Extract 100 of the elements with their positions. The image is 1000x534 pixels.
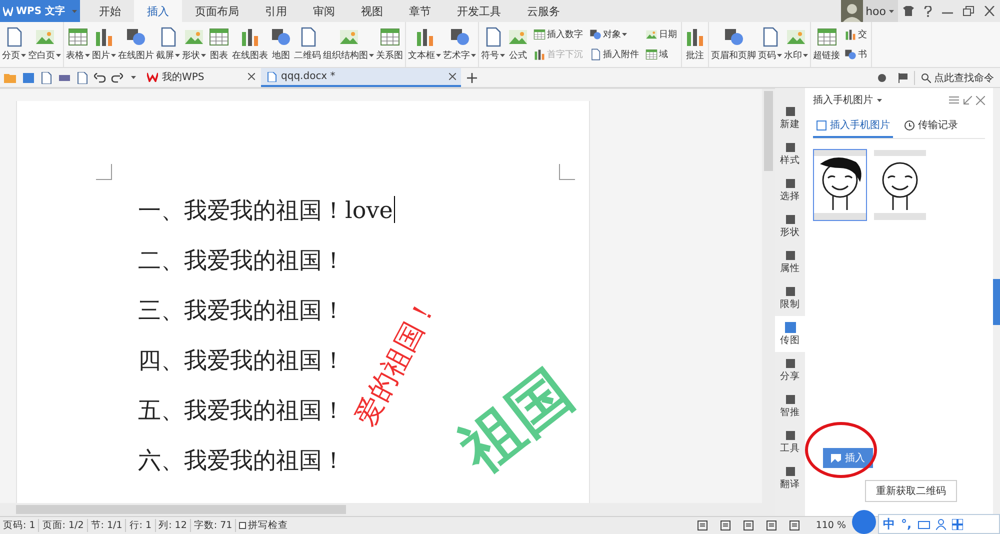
side-tool[interactable]: 翻译: [775, 460, 805, 496]
ribbon-button[interactable]: 分页: [1, 24, 27, 65]
panel-tab[interactable]: 传输记录: [901, 116, 961, 138]
avatar[interactable]: [840, 0, 863, 22]
caret-icon: [436, 54, 441, 57]
caret-icon: [777, 54, 782, 57]
close-icon[interactable]: [449, 73, 456, 80]
menu-tab[interactable]: 云服务: [514, 0, 573, 22]
ribbon-button[interactable]: 交: [843, 28, 868, 41]
menu-tab[interactable]: 插入: [134, 0, 182, 22]
arrow-icon[interactable]: [963, 96, 972, 104]
ribbon-button[interactable]: 对象: [588, 28, 640, 41]
ribbon-button[interactable]: 在线图片: [117, 24, 155, 65]
caret-icon: [803, 54, 808, 57]
side-tool[interactable]: 智推: [775, 388, 805, 424]
side-tool[interactable]: 新建: [775, 100, 805, 136]
picture-icon: [816, 120, 827, 130]
ribbon-button[interactable]: 水印: [783, 24, 809, 65]
ribbon-button[interactable]: 关系图: [375, 24, 404, 65]
ribbon-button[interactable]: 空白页: [27, 24, 62, 65]
menu-tab[interactable]: 审阅: [300, 0, 348, 22]
word-art: 爱的祖国！: [348, 292, 444, 432]
menu-tab[interactable]: 开始: [86, 0, 134, 22]
ribbon-button[interactable]: 页码: [757, 24, 783, 65]
panel-tab[interactable]: 插入手机图片: [813, 116, 893, 138]
side-tool[interactable]: 样式: [775, 136, 805, 172]
panel-title[interactable]: 插入手机图片: [813, 93, 873, 107]
ribbon-button[interactable]: 地图: [269, 24, 293, 65]
document-tab[interactable]: qqq.docx *: [261, 68, 461, 87]
photo-thumbnail[interactable]: [813, 149, 867, 221]
ribbon-button[interactable]: 插入数字: [532, 28, 584, 41]
ribbon-button[interactable]: 艺术字: [442, 24, 477, 65]
ime-mode[interactable]: 中: [883, 516, 895, 532]
text-line: 五、我爱我的祖国！: [138, 397, 345, 426]
ribbon-button[interactable]: 页眉和页脚: [710, 24, 757, 65]
menu-tab[interactable]: 视图: [348, 0, 396, 22]
insert-button[interactable]: 插入: [823, 448, 873, 468]
user-icon[interactable]: [936, 518, 946, 530]
ribbon-button[interactable]: 批注: [683, 24, 707, 65]
chart-icon: [684, 26, 706, 48]
side-tool[interactable]: 限制: [775, 280, 805, 316]
menu-tab[interactable]: 开发工具: [444, 0, 514, 22]
ribbon-button[interactable]: 组织结构图: [322, 24, 375, 65]
ime-punctuation[interactable]: °,: [901, 517, 912, 531]
shapes-icon: [589, 28, 602, 41]
side-tool[interactable]: 工具: [775, 424, 805, 460]
side-tool[interactable]: 分享: [775, 352, 805, 388]
grid-icon[interactable]: [952, 518, 963, 530]
page-icon: [589, 48, 602, 62]
ribbon-button[interactable]: 图表: [207, 24, 231, 65]
status-item: 节: 1/1: [88, 519, 126, 532]
scroll-thumb[interactable]: [16, 505, 346, 514]
ribbon-button[interactable]: 书: [843, 48, 868, 62]
undo-icon[interactable]: [92, 72, 108, 82]
ribbon-button[interactable]: 表格: [65, 24, 91, 65]
caret-icon: [56, 54, 61, 57]
table-icon: [67, 26, 89, 48]
menu-tab[interactable]: 引用: [252, 0, 300, 22]
side-tool[interactable]: 属性: [775, 244, 805, 280]
ribbon-button[interactable]: 公式: [506, 24, 530, 65]
clock-icon: [904, 120, 915, 130]
ribbon-button[interactable]: 文本框: [407, 24, 442, 65]
save-icon[interactable]: [20, 72, 37, 84]
close-icon[interactable]: [976, 96, 985, 104]
caret-icon: [500, 54, 505, 57]
shapes-icon: [125, 26, 147, 48]
caret-icon: [111, 54, 116, 57]
document-tab[interactable]: 我的WPS: [142, 68, 260, 87]
side-tool[interactable]: 选择: [775, 172, 805, 208]
ribbon-button[interactable]: 插入附件: [588, 48, 640, 62]
scroll-thumb[interactable]: [764, 91, 773, 171]
ribbon-button[interactable]: 截屏: [155, 24, 181, 65]
text-line: 二、我爱我的祖国！: [138, 247, 345, 276]
menu-tab[interactable]: 章节: [396, 0, 444, 22]
ime-logo[interactable]: [852, 510, 876, 534]
side-tool[interactable]: 传图: [775, 316, 805, 352]
command-search[interactable]: 点此查找命令: [914, 70, 1000, 84]
spell-check[interactable]: 拼写检查: [236, 519, 292, 532]
menu-tab[interactable]: 页面布局: [182, 0, 252, 22]
app-menu-button[interactable]: WPS 文字: [0, 0, 80, 22]
refresh-qr-button[interactable]: 重新获取二维码: [865, 480, 957, 502]
menu-icon[interactable]: [949, 96, 959, 104]
side-tool[interactable]: 形状: [775, 208, 805, 244]
ribbon-button[interactable]: 图片: [91, 24, 117, 65]
picture-icon: [645, 28, 658, 41]
ribbon-button[interactable]: 域: [644, 48, 678, 62]
redo-icon[interactable]: [109, 72, 125, 82]
caret-icon: [175, 54, 180, 57]
ribbon-button[interactable]: 在线图表: [231, 24, 269, 65]
shapes-icon: [844, 48, 857, 62]
table-icon: [208, 26, 230, 48]
ribbon-button[interactable]: 日期: [644, 28, 678, 41]
ribbon-button[interactable]: 二维码: [293, 24, 322, 65]
document-icon: [266, 72, 277, 82]
toolbox-icon[interactable]: [918, 519, 930, 529]
ribbon-button[interactable]: 超链接: [812, 24, 841, 65]
checkbox[interactable]: [239, 522, 246, 529]
close-icon[interactable]: [248, 73, 255, 80]
ribbon-button[interactable]: 符号: [480, 24, 506, 65]
ribbon-button[interactable]: 形状: [181, 24, 207, 65]
